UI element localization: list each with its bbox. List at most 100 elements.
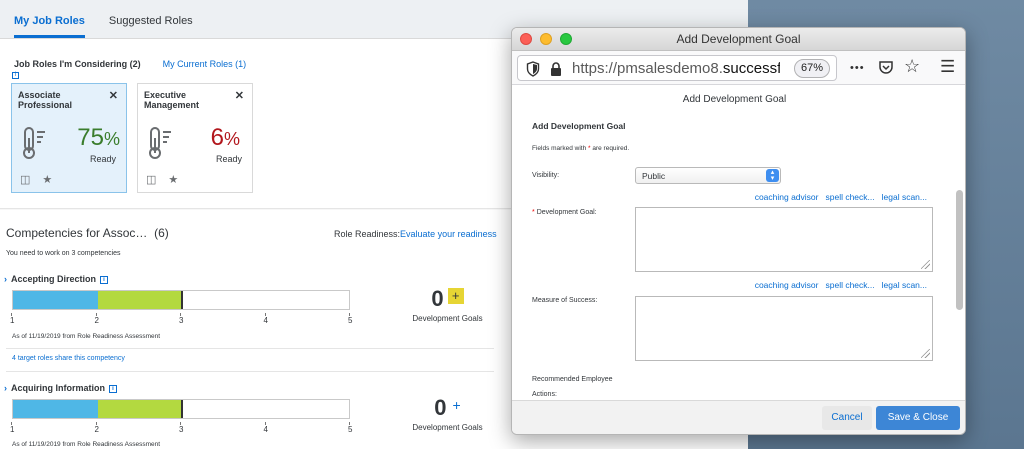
dialog-subtitle: Add Development Goal <box>532 121 626 131</box>
measure-of-success-label: Measure of Success: <box>532 297 598 304</box>
zoom-level-badge[interactable]: 67% <box>793 59 830 78</box>
development-goal-label: * Development Goal: <box>532 209 597 216</box>
level-scale: 1 2 3 4 5 <box>10 422 353 437</box>
goals-count: 0 <box>434 395 447 420</box>
scale-tick-label: 2 <box>94 313 99 325</box>
competency-level-bar <box>12 290 350 310</box>
shared-roles-link[interactable]: 4 target roles share this competency <box>12 355 125 362</box>
scrollbar[interactable] <box>956 190 963 310</box>
roles-current-tab[interactable]: My Current Roles (1) <box>163 59 247 69</box>
assessment-date: As of 11/19/2019 from Role Readiness Ass… <box>12 333 161 340</box>
current-level-fill <box>13 291 98 309</box>
readiness-percent: 6% <box>210 124 240 151</box>
readiness-percent: 75% <box>77 124 120 151</box>
coaching-advisor-link[interactable]: coaching advisor <box>755 192 819 202</box>
readiness-status: Ready <box>89 154 116 164</box>
save-close-button[interactable]: Save & Close <box>876 406 960 430</box>
level-scale: 1 2 3 4 5 <box>10 313 353 328</box>
chevron-updown-icon: ▴ ▾ <box>766 169 779 182</box>
visibility-select[interactable]: Public ▴ ▾ <box>635 167 781 184</box>
recommended-actions-label: Recommended Employee <box>532 376 613 383</box>
goals-label: Development Goals <box>412 423 483 432</box>
scale-tick-label: 2 <box>94 422 99 434</box>
more-icon[interactable]: ••• <box>850 62 865 74</box>
browser-toolbar: https://pmsalesdemo8.successfac 67% ••• … <box>512 51 965 85</box>
window-title: Add Development Goal <box>676 32 801 46</box>
roles-considering-tab[interactable]: Job Roles I'm Considering (2) <box>14 59 141 69</box>
info-icon[interactable]: i <box>109 384 117 393</box>
scale-tick-label: 4 <box>263 313 268 325</box>
info-icon[interactable]: ◫ <box>20 173 30 186</box>
star-icon[interactable]: ☆ <box>904 56 920 77</box>
assessment-date: As of 11/19/2019 from Role Readiness Ass… <box>12 441 161 448</box>
evaluate-readiness-link[interactable]: Evaluate your readiness <box>400 229 497 239</box>
dialog-footer: Cancel Save & Close <box>512 400 965 434</box>
coaching-advisor-link[interactable]: coaching advisor <box>755 280 819 290</box>
competency-title[interactable]: › Acquiring Information i <box>4 383 117 393</box>
chevron-right-icon[interactable]: › <box>4 274 7 284</box>
menu-icon[interactable]: ☰ <box>940 57 955 77</box>
goal-helper-links: coaching advisor spell check... legal sc… <box>755 192 927 202</box>
thermometer-icon <box>23 127 45 159</box>
pocket-icon[interactable] <box>878 60 894 76</box>
target-level-marker <box>181 291 183 309</box>
goals-count: 0 <box>431 286 444 311</box>
measure-helper-links: coaching advisor spell check... legal sc… <box>755 280 927 290</box>
spell-check-link[interactable]: spell check... <box>825 280 874 290</box>
dialog-content: Add Development Goal Add Development Goa… <box>512 86 965 402</box>
scale-tick-label: 1 <box>10 313 15 325</box>
development-goal-field[interactable] <box>635 207 933 272</box>
role-card-executive-management[interactable]: Executive Management ✕ 6% Ready ◫ ★ <box>137 83 253 193</box>
goals-label: Development Goals <box>412 314 483 323</box>
chevron-right-icon[interactable]: › <box>4 383 7 393</box>
tab-my-job-roles[interactable]: My Job Roles <box>14 15 85 38</box>
recommended-actions-label-cont: Actions: <box>532 391 557 398</box>
scale-tick-label: 3 <box>179 422 184 434</box>
competencies-need-text: You need to work on 3 competencies <box>6 250 121 257</box>
divider <box>6 371 494 372</box>
address-bar[interactable]: https://pmsalesdemo8.successfac 67% <box>517 55 837 81</box>
add-goal-button[interactable]: + <box>447 288 464 304</box>
role-card-associate-professional[interactable]: Associate Professional ✕ 75% Ready ◫ ★ <box>11 83 127 193</box>
readiness-status: Ready <box>215 154 242 164</box>
competency-title[interactable]: › Accepting Direction i <box>4 274 109 284</box>
lock-icon[interactable] <box>550 62 562 76</box>
cancel-button[interactable]: Cancel <box>822 406 872 430</box>
scale-tick-label: 3 <box>179 313 184 325</box>
gap-level-fill <box>97 291 182 309</box>
close-icon[interactable]: ✕ <box>109 89 118 102</box>
dialog-header: Add Development Goal <box>682 94 787 105</box>
competency-level-bar <box>12 399 350 419</box>
spell-check-link[interactable]: spell check... <box>825 192 874 202</box>
thermometer-icon <box>149 127 171 159</box>
info-icon[interactable]: ◫ <box>146 173 156 186</box>
tab-suggested-roles[interactable]: Suggested Roles <box>109 15 193 38</box>
add-goal-button[interactable]: + <box>453 397 461 413</box>
scale-tick-label: 4 <box>263 422 268 434</box>
info-icon[interactable]: i <box>12 72 19 79</box>
current-level-fill <box>13 400 98 418</box>
scale-tick-label: 5 <box>348 422 353 434</box>
role-card-name: Executive Management <box>144 90 200 110</box>
measure-of-success-field[interactable] <box>635 296 933 361</box>
visibility-label: Visibility: <box>532 172 560 179</box>
required-note: Fields marked with * are required. <box>532 145 630 152</box>
star-icon[interactable]: ★ <box>42 173 52 186</box>
info-icon[interactable]: i <box>100 275 109 284</box>
star-icon[interactable]: ★ <box>168 173 178 186</box>
resize-grip-icon[interactable] <box>921 260 930 269</box>
legal-scan-link[interactable]: legal scan... <box>882 280 927 290</box>
window-titlebar: Add Development Goal <box>512 28 965 51</box>
close-icon[interactable]: ✕ <box>235 89 244 102</box>
resize-grip-icon[interactable] <box>921 349 930 358</box>
scale-tick-label: 5 <box>348 313 353 325</box>
legal-scan-link[interactable]: legal scan... <box>882 192 927 202</box>
browser-popup-window: Add Development Goal https://pmsalesdemo… <box>511 27 966 435</box>
role-readiness: Role Readiness:Evaluate your readiness <box>334 229 497 239</box>
divider <box>6 348 494 349</box>
scale-tick-label: 1 <box>10 422 15 434</box>
target-level-marker <box>181 400 183 418</box>
shield-icon[interactable] <box>526 61 540 77</box>
development-goals-summary: 0 + Development Goals <box>400 286 495 323</box>
gap-level-fill <box>97 400 182 418</box>
